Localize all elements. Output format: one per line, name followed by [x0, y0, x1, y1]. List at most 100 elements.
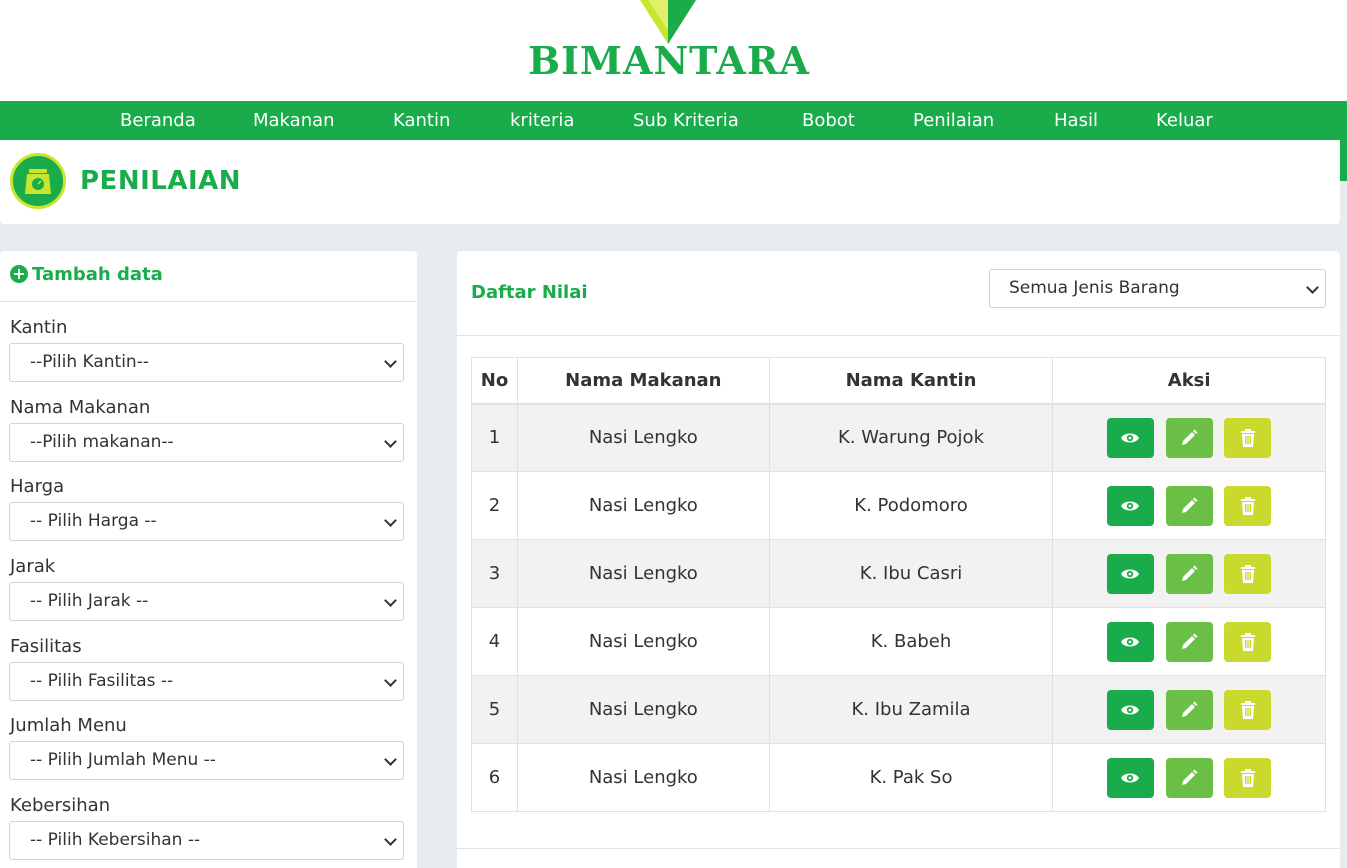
item-type-filter-value: Semua Jenis Barang	[1009, 278, 1180, 298]
view-button[interactable]	[1106, 553, 1154, 594]
eye-icon	[1120, 705, 1139, 714]
edit-button[interactable]	[1165, 621, 1213, 662]
chevron-down-icon	[384, 514, 397, 527]
jarak-label: Jarak	[10, 556, 56, 577]
jarak-select[interactable]: -- Pilih Jarak --	[9, 582, 404, 621]
pencil-icon	[1181, 565, 1198, 581]
nav-kriteria[interactable]: kriteria	[510, 101, 574, 140]
kebersihan-select-value: -- Pilih Kebersihan --	[30, 830, 201, 850]
col-nama-makanan-header: Nama Makanan	[516, 357, 770, 405]
view-button[interactable]	[1106, 621, 1154, 662]
nav-sub-kriteria[interactable]: Sub Kriteria	[633, 101, 739, 140]
chevron-down-icon	[384, 435, 397, 448]
eye-icon	[1120, 637, 1139, 646]
divider	[457, 335, 1340, 336]
nav-beranda[interactable]: Beranda	[120, 101, 196, 140]
row-nama-makanan: Nasi Lengko	[516, 675, 770, 744]
nav-makanan[interactable]: Makanan	[253, 101, 335, 140]
jarak-select-value: -- Pilih Jarak --	[30, 591, 149, 611]
nama-makanan-label: Nama Makanan	[10, 397, 151, 418]
nav-kantin[interactable]: Kantin	[393, 101, 450, 140]
table-row: 5 Nasi Lengko K. Ibu Zamila	[471, 675, 1326, 744]
fasilitas-select-value: -- Pilih Fasilitas --	[30, 671, 174, 691]
delete-button[interactable]	[1224, 757, 1272, 798]
harga-select[interactable]: -- Pilih Harga --	[9, 502, 404, 541]
fasilitas-select[interactable]: -- Pilih Fasilitas --	[9, 662, 404, 701]
row-actions	[1052, 471, 1326, 540]
view-button[interactable]	[1106, 689, 1154, 730]
fasilitas-label: Fasilitas	[10, 636, 82, 657]
row-actions	[1052, 403, 1326, 472]
chevron-down-icon	[384, 833, 397, 846]
nav-bobot[interactable]: Bobot	[802, 101, 855, 140]
pencil-icon	[1181, 497, 1198, 513]
eye-icon	[1120, 501, 1139, 510]
table-row: 4 Nasi Lengko K. Babeh	[471, 607, 1326, 676]
row-nama-kantin: K. Ibu Casri	[768, 539, 1054, 608]
eye-icon	[1120, 773, 1139, 782]
row-nama-kantin: K. Warung Pojok	[768, 403, 1054, 472]
plus-circle-icon: +	[10, 265, 28, 283]
row-nama-kantin: K. Podomoro	[768, 471, 1054, 540]
jumlah-menu-select[interactable]: -- Pilih Jumlah Menu --	[9, 741, 404, 780]
chevron-down-icon	[1306, 281, 1319, 294]
trash-icon	[1241, 428, 1256, 447]
main-nav: Beranda Makanan Kantin kriteria Sub Krit…	[0, 101, 1347, 140]
trash-icon	[1241, 632, 1256, 651]
pencil-icon	[1181, 701, 1198, 717]
edit-button[interactable]	[1165, 417, 1213, 458]
delete-button[interactable]	[1224, 553, 1272, 594]
row-nama-kantin: K. Babeh	[768, 607, 1054, 676]
table-row: 2 Nasi Lengko K. Podomoro	[471, 471, 1326, 540]
divider	[457, 848, 1340, 849]
row-no: 6	[471, 743, 518, 812]
scroll-accent	[1340, 140, 1347, 181]
eye-icon	[1120, 569, 1139, 578]
chevron-down-icon	[384, 594, 397, 607]
view-button[interactable]	[1106, 417, 1154, 458]
item-type-filter[interactable]: Semua Jenis Barang	[989, 269, 1326, 308]
chevron-down-icon	[384, 753, 397, 766]
nama-makanan-select[interactable]: --Pilih makanan--	[9, 423, 404, 462]
edit-button[interactable]	[1165, 485, 1213, 526]
jumlah-menu-label: Jumlah Menu	[10, 715, 127, 736]
scale-icon	[10, 153, 66, 209]
divider	[0, 301, 417, 302]
kebersihan-label: Kebersihan	[10, 795, 111, 816]
top-bar: BIMANTARA	[0, 0, 1347, 101]
pencil-icon	[1181, 769, 1198, 785]
chevron-down-icon	[384, 674, 397, 687]
col-aksi-header: Aksi	[1052, 357, 1326, 405]
edit-button[interactable]	[1165, 553, 1213, 594]
kantin-select[interactable]: --Pilih Kantin--	[9, 343, 404, 382]
brand-name: BIMANTARA	[528, 38, 810, 83]
row-actions	[1052, 743, 1326, 812]
trash-icon	[1241, 564, 1256, 583]
delete-button[interactable]	[1224, 485, 1272, 526]
delete-button[interactable]	[1224, 689, 1272, 730]
row-nama-makanan: Nasi Lengko	[516, 403, 770, 472]
table-row: 1 Nasi Lengko K. Warung Pojok	[471, 403, 1326, 472]
edit-button[interactable]	[1165, 689, 1213, 730]
edit-button[interactable]	[1165, 757, 1213, 798]
nav-hasil[interactable]: Hasil	[1054, 101, 1098, 140]
chevron-down-icon	[384, 355, 397, 368]
trash-icon	[1241, 768, 1256, 787]
row-no: 4	[471, 607, 518, 676]
nav-penilaian[interactable]: Penilaian	[913, 101, 994, 140]
score-list-panel: Daftar Nilai Semua Jenis Barang No Nama …	[457, 251, 1340, 868]
table-header-row: No Nama Makanan Nama Kantin Aksi	[471, 357, 1326, 405]
page-title: PENILAIAN	[80, 166, 241, 196]
pencil-icon	[1181, 633, 1198, 649]
view-button[interactable]	[1106, 485, 1154, 526]
kebersihan-select[interactable]: -- Pilih Kebersihan --	[9, 821, 404, 860]
nav-keluar[interactable]: Keluar	[1156, 101, 1213, 140]
harga-select-value: -- Pilih Harga --	[30, 511, 157, 531]
delete-button[interactable]	[1224, 621, 1272, 662]
view-button[interactable]	[1106, 757, 1154, 798]
harga-label: Harga	[10, 476, 65, 497]
col-nama-kantin-header: Nama Kantin	[768, 357, 1054, 405]
row-nama-makanan: Nasi Lengko	[516, 607, 770, 676]
row-nama-makanan: Nasi Lengko	[516, 471, 770, 540]
delete-button[interactable]	[1224, 417, 1272, 458]
